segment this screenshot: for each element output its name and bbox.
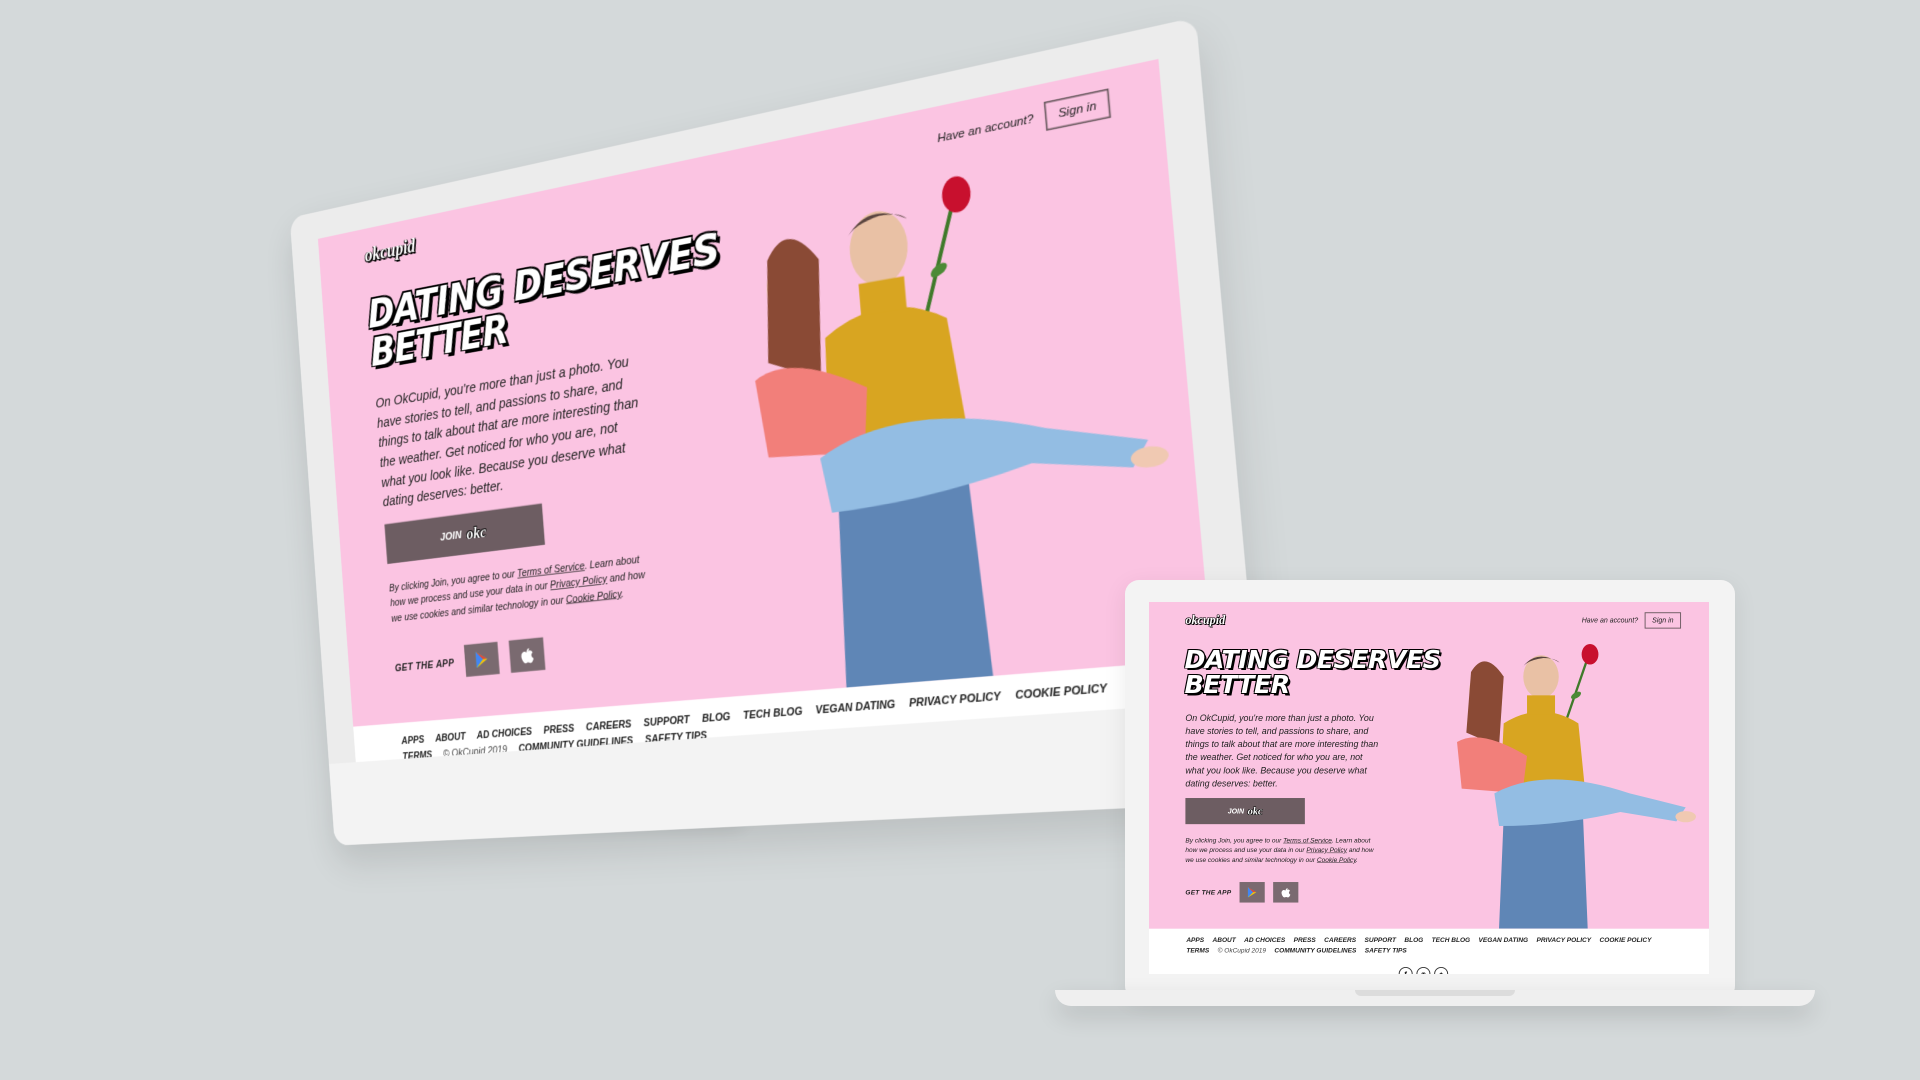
footer-link-careers[interactable]: CAREERS (1324, 936, 1356, 943)
app-store-button[interactable] (1273, 882, 1299, 903)
facebook-icon[interactable]: f (1398, 966, 1413, 974)
footer-link-careers[interactable]: CAREERS (585, 717, 631, 732)
footer-link-cookie-policy[interactable]: COOKIE POLICY (1600, 936, 1652, 943)
social-links: f ◉ ✦ (1398, 966, 1449, 974)
google-play-icon (1248, 887, 1257, 898)
footer-link-support[interactable]: SUPPORT (1364, 936, 1395, 943)
footer-link-press[interactable]: PRESS (543, 721, 575, 735)
footer-link-privacy-policy[interactable]: PRIVACY POLICY (908, 689, 1001, 709)
apple-icon (1281, 888, 1291, 898)
sign-in-button[interactable]: Sign in (1043, 88, 1112, 131)
google-play-button[interactable] (464, 641, 500, 677)
footer-link-terms[interactable]: TERMS (1186, 946, 1209, 953)
legal-text: By clicking Join, you agree to our Terms… (1185, 835, 1381, 864)
headline: DATING DESERVES BETTER (1184, 644, 1441, 700)
okcupid-logo[interactable]: okcupid (364, 235, 416, 267)
footer-link-apps[interactable]: APPS (1186, 936, 1204, 943)
sign-in-button[interactable]: Sign in (1644, 612, 1682, 629)
join-button[interactable]: JOIN okc (384, 503, 545, 565)
footer-link-support[interactable]: SUPPORT (643, 712, 690, 728)
footer-link-apps[interactable]: APPS (401, 733, 425, 746)
laptop-notch (1355, 990, 1515, 996)
hero-photo (1457, 644, 1696, 929)
terms-link[interactable]: Terms of Service (1283, 836, 1332, 843)
description: On OkCupid, you're more than just a phot… (1185, 713, 1379, 789)
footer: APPS ABOUT AD CHOICES PRESS CAREERS SUPP… (1149, 928, 1709, 974)
get-app-label: GET THE APP (1185, 888, 1232, 897)
join-label: JOIN (439, 528, 463, 544)
twitter-icon[interactable]: ✦ (1434, 966, 1449, 974)
legal-prefix: By clicking Join, you agree to our (1185, 836, 1284, 844)
hero-section: okcupid Have an account? Sign in DATING … (1149, 602, 1709, 929)
okc-badge: okc (465, 521, 487, 543)
google-play-button[interactable] (1239, 882, 1265, 903)
cookie-link[interactable]: Cookie Policy (1317, 856, 1356, 863)
laptop-lid: okcupid Have an account? Sign in DATING … (1125, 580, 1735, 1000)
footer-link-vegan-dating[interactable]: VEGAN DATING (1479, 936, 1529, 943)
footer-link-press[interactable]: PRESS (1294, 936, 1316, 943)
google-play-icon (475, 650, 489, 668)
privacy-link[interactable]: Privacy Policy (550, 573, 608, 591)
privacy-link[interactable]: Privacy Policy (1306, 846, 1347, 853)
footer-link-about[interactable]: ABOUT (1213, 936, 1236, 943)
cookie-link[interactable]: Cookie Policy (565, 587, 621, 605)
instagram-icon[interactable]: ◉ (1416, 966, 1431, 974)
have-account-text: Have an account? (1581, 616, 1639, 625)
get-app-row: GET THE APP (394, 637, 546, 683)
account-area: Have an account? Sign in (1581, 612, 1682, 629)
footer-link-tech-blog[interactable]: TECH BLOG (742, 704, 802, 721)
footer-link-safety-tips[interactable]: SAFETY TIPS (1365, 946, 1407, 953)
footer-link-about[interactable]: ABOUT (435, 730, 466, 744)
footer-link-community-guidelines[interactable]: COMMUNITY GUIDELINES (1274, 946, 1356, 953)
footer-links: APPS ABOUT AD CHOICES PRESS CAREERS SUPP… (1186, 936, 1681, 954)
footer-link-ad-choices[interactable]: AD CHOICES (476, 724, 532, 740)
okcupid-logo[interactable]: okcupid (1185, 613, 1225, 627)
description: On OkCupid, you're more than just a phot… (375, 354, 639, 511)
footer-link-vegan-dating[interactable]: VEGAN DATING (815, 697, 896, 716)
headline: DATING DESERVES BETTER (366, 224, 721, 376)
okc-badge: okc (1247, 805, 1263, 817)
laptop-screen: okcupid Have an account? Sign in DATING … (1149, 602, 1709, 974)
legal-end: . (1355, 855, 1358, 864)
copyright: © OkCupid 2019 (1217, 946, 1267, 954)
legal-end: . (620, 586, 625, 600)
okc-landing-page: okcupid Have an account? Sign in DATING … (1149, 602, 1709, 974)
laptop-device: okcupid Have an account? Sign in DATING … (1055, 580, 1815, 1020)
footer-link-ad-choices[interactable]: AD CHOICES (1244, 936, 1285, 943)
app-store-button[interactable] (508, 637, 546, 673)
have-account-text: Have an account? (936, 111, 1035, 146)
join-button[interactable]: JOIN okc (1185, 798, 1305, 825)
join-label: JOIN (1227, 807, 1245, 816)
footer-link-blog[interactable]: BLOG (1404, 936, 1423, 943)
footer-link-blog[interactable]: BLOG (701, 709, 730, 723)
legal-text: By clicking Join, you agree to our Terms… (389, 550, 659, 626)
get-app-label: GET THE APP (394, 656, 455, 674)
get-app-row: GET THE APP (1185, 882, 1299, 903)
apple-icon (521, 648, 535, 664)
footer-link-privacy-policy[interactable]: PRIVACY POLICY (1537, 936, 1592, 943)
footer-link-tech-blog[interactable]: TECH BLOG (1432, 936, 1470, 943)
